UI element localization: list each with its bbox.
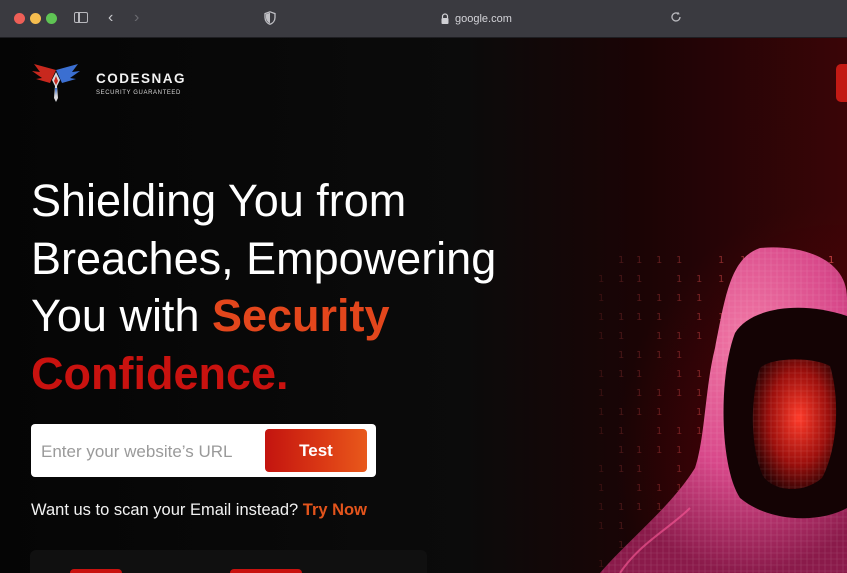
url-scan-form: Test bbox=[31, 424, 376, 477]
close-window-button[interactable] bbox=[14, 13, 25, 24]
test-button[interactable]: Test bbox=[265, 429, 367, 472]
maximize-window-button[interactable] bbox=[46, 13, 57, 24]
header-cta-button[interactable] bbox=[836, 64, 847, 102]
brand-tagline: SECURITY GUARANTEED bbox=[96, 90, 181, 96]
browser-toolbar: ‹ › google.com bbox=[0, 0, 847, 38]
stats-value-partial bbox=[230, 569, 302, 573]
address-bar[interactable]: google.com bbox=[440, 10, 512, 28]
reload-icon[interactable] bbox=[670, 11, 682, 23]
website-url-input[interactable] bbox=[39, 432, 263, 471]
address-bar-url: google.com bbox=[455, 13, 512, 25]
sidebar-icon[interactable] bbox=[74, 12, 88, 23]
email-scan-prompt: Want us to scan your Email instead? Try … bbox=[31, 501, 367, 520]
stats-value-partial bbox=[70, 569, 122, 573]
hero-headline: Shielding You from Breaches, Empowering … bbox=[31, 172, 591, 402]
stats-card bbox=[30, 550, 427, 573]
email-scan-text: Want us to scan your Email instead? bbox=[31, 501, 303, 519]
hero-line-3-text: You with bbox=[31, 290, 212, 341]
hero-accent-confidence: Confidence. bbox=[31, 347, 289, 399]
lock-icon bbox=[441, 13, 449, 24]
brand-name: CODESNAG bbox=[96, 71, 187, 86]
hero-line-3: You with Security bbox=[31, 287, 591, 345]
shield-icon[interactable] bbox=[264, 11, 276, 25]
landing-page: CODESNAG SECURITY GUARANTEED 11111111111… bbox=[0, 38, 847, 573]
minimize-window-button[interactable] bbox=[30, 13, 41, 24]
hooded-hacker-illustration bbox=[600, 247, 847, 573]
forward-chevron-icon[interactable]: › bbox=[134, 9, 139, 27]
codesnag-logo[interactable] bbox=[30, 62, 82, 102]
back-chevron-icon[interactable]: ‹ bbox=[108, 9, 113, 27]
hero-line-1: Shielding You from bbox=[31, 175, 407, 226]
try-now-link[interactable]: Try Now bbox=[303, 501, 367, 519]
hero-line-2: Breaches, Empowering bbox=[31, 232, 497, 284]
hero-accent-security: Security bbox=[211, 290, 390, 341]
